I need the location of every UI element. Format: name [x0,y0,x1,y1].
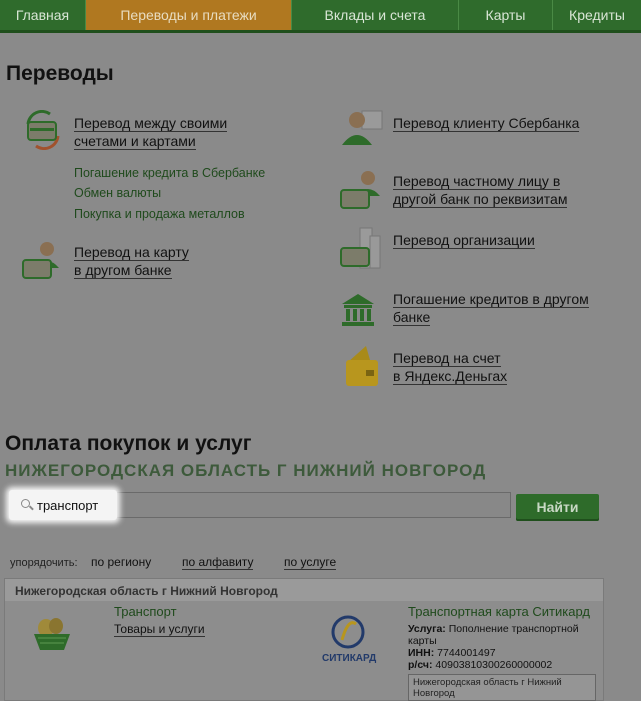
tab-transfers-payments[interactable]: Переводы и платежи [86,0,292,30]
sber-client-link[interactable]: Перевод клиенту Сбербанка [393,114,580,132]
loan-other-bank-link[interactable]: Погашение кредитов в другом банке [393,290,589,326]
card-other-bank-link[interactable]: Перевод на карту в другом банке [74,243,189,279]
organization-link[interactable]: Перевод организации [393,231,535,249]
search-value: транспорт [37,498,99,513]
nav-underline [0,30,641,33]
person-card-private-icon [340,168,386,212]
person-sber-icon [340,107,386,147]
region-selector[interactable]: НИЖЕГОРОДСКАЯ ОБЛАСТЬ Г НИЖНИЙ НОВГОРОД [5,461,486,481]
service-detail: Услуга: Пополнение транспортной карты [408,623,579,647]
account-detail: р/сч: 40903810300260000002 [408,659,553,671]
results-region: Нижегородская область г Нижний Новгород [15,584,278,598]
search-area: транспорт [8,489,516,523]
exchange-cards-icon [22,109,64,151]
sort-by-region[interactable]: по региону [91,555,151,569]
tab-cards[interactable]: Карты [459,0,553,30]
yandex-wallet-icon [344,344,380,388]
own-accounts-link[interactable]: Перевод между своими счетами и картами [74,114,228,150]
search-input[interactable]: транспорт [9,490,117,520]
sort-by-alphabet[interactable]: по алфавиту [182,555,254,570]
loan-repayment-sber-link[interactable]: Погашение кредита в Сбербанке [74,166,265,180]
basket-icon [30,614,74,654]
sort-by-service[interactable]: по услуге [284,555,337,570]
find-button[interactable]: Найти [516,494,599,521]
top-nav: Главная Переводы и платежи Вклады и счет… [0,0,641,32]
results-header: Нижегородская область г Нижний Новгород [5,579,603,601]
inn-detail: ИНН: 7744001497 [408,647,496,659]
tab-deposits[interactable]: Вклады и счета [292,0,459,30]
yandex-money-link[interactable]: Перевод на счет в Яндекс.Деньгах [393,349,508,385]
person-card-icon [22,240,66,280]
tab-credits[interactable]: Кредиты [553,0,641,30]
result-region-box: Нижегородская область г Нижний Новгород [408,674,596,701]
metals-link[interactable]: Покупка и продажа металлов [74,207,245,221]
result-category-sub[interactable]: Товары и услуги [114,622,205,637]
payments-title: Оплата покупок и услуг [5,432,252,455]
result-service-title[interactable]: Транспортная карта Ситикард [408,604,590,619]
tab-main[interactable]: Главная [0,0,86,30]
citycard-logo-text: СИТИКАРД [322,653,377,664]
bank-building-icon [340,292,376,328]
sort-label: упорядочить: [10,557,78,569]
page: Главная Переводы и платежи Вклады и счет… [0,0,641,701]
transfers-title: Переводы [6,62,114,85]
result-category-title[interactable]: Транспорт [114,604,177,619]
search-icon [21,499,30,508]
private-person-link[interactable]: Перевод частному лицу в другой банк по ре… [393,172,568,208]
organization-icon [340,226,386,272]
currency-exchange-link[interactable]: Обмен валюты [74,186,161,200]
